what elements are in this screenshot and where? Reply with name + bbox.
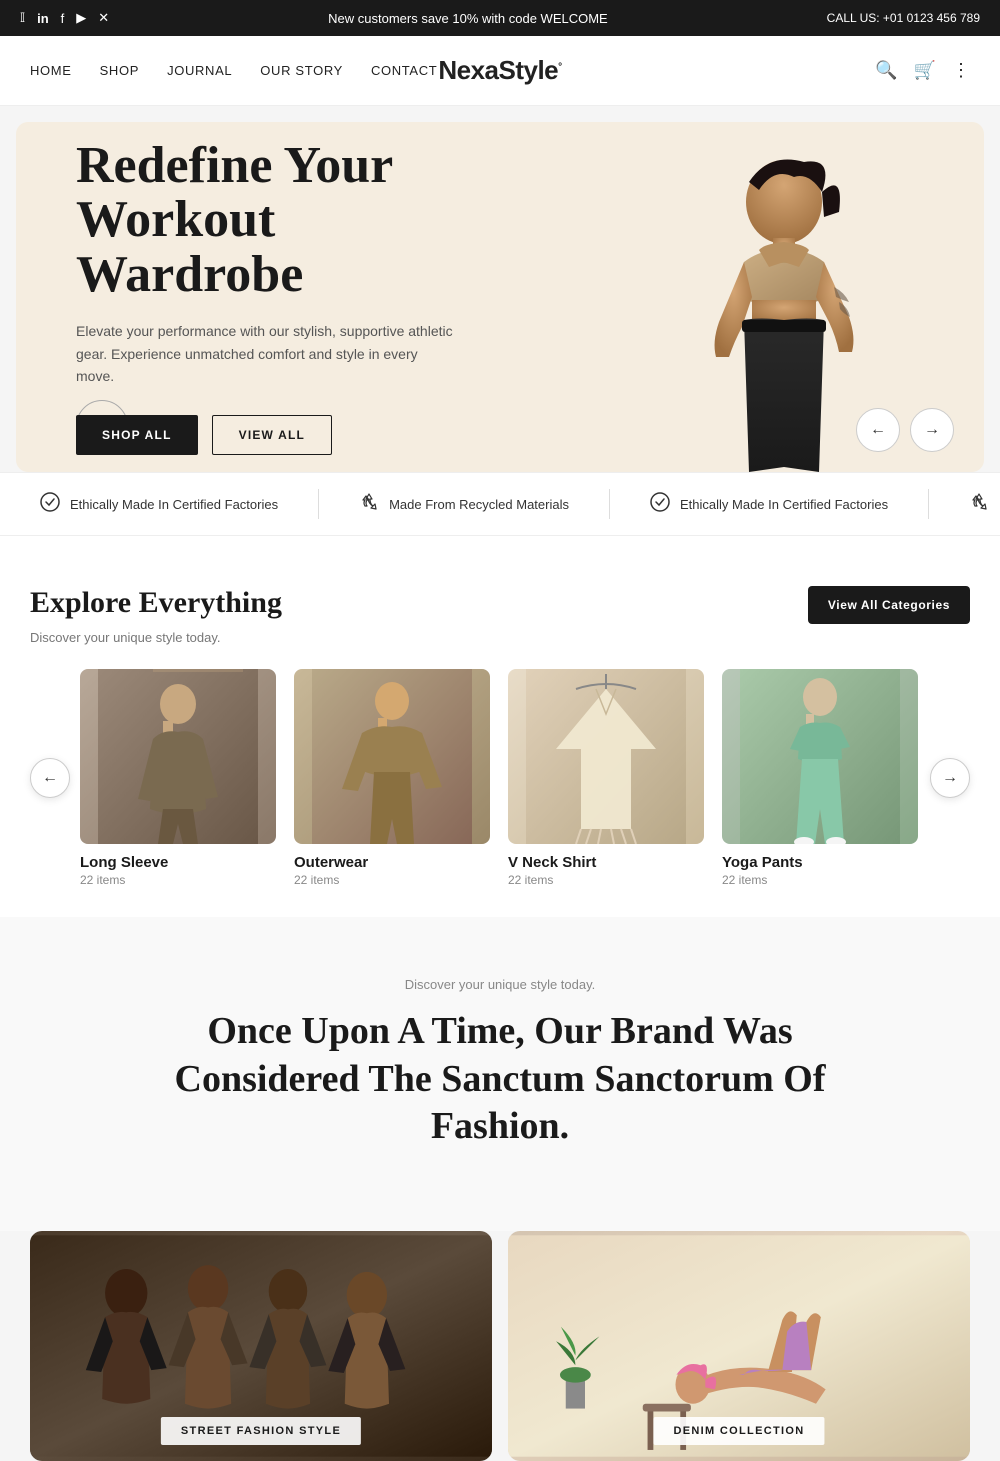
nav-journal[interactable]: JOURNAL xyxy=(167,63,232,78)
explore-header: Explore Everything View All Categories xyxy=(30,586,970,624)
explore-title: Explore Everything xyxy=(30,586,282,620)
hero-prev-button[interactable]: ← xyxy=(856,408,900,452)
category-name-3: Yoga Pants xyxy=(722,854,918,871)
hero-subtitle: Elevate your performance with our stylis… xyxy=(76,320,456,387)
trust-text-1: Made From Recycled Materials xyxy=(389,497,569,512)
brand-image-1[interactable]: DENIM COLLECTION xyxy=(508,1231,970,1461)
category-name-1: Outerwear xyxy=(294,854,490,871)
trust-bar: Ethically Made In Certified Factories Ma… xyxy=(0,472,1000,536)
call-text: CALL US: +01 0123 456 789 xyxy=(827,11,980,25)
check-icon-1 xyxy=(650,492,670,517)
categories-carousel: ← Long Sleeve xyxy=(30,669,970,887)
check-icon-0 xyxy=(40,492,60,517)
category-image-0 xyxy=(80,669,276,844)
category-image-3 xyxy=(722,669,918,844)
shop-all-button[interactable]: SHOP ALL xyxy=(76,415,198,455)
linkedin-icon[interactable]: in xyxy=(37,11,49,26)
category-name-0: Long Sleeve xyxy=(80,854,276,871)
hero-content: Redefine Your Workout Wardrobe Elevate y… xyxy=(16,122,536,472)
brand-image-label-1: DENIM COLLECTION xyxy=(653,1417,824,1445)
hero-next-button[interactable]: → xyxy=(910,408,954,452)
category-name-2: V Neck Shirt xyxy=(508,854,704,871)
category-card-1[interactable]: Outerwear 22 items xyxy=(294,669,490,887)
trust-item-1: Made From Recycled Materials xyxy=(319,492,609,517)
site-logo[interactable]: NexaStyle° xyxy=(438,55,561,86)
category-count-0: 22 items xyxy=(80,873,276,887)
view-all-button[interactable]: VIEW ALL xyxy=(212,415,332,455)
nav-actions: 🔍 🛒 ⋮ xyxy=(875,60,970,81)
brand-story-subtitle: Discover your unique style today. xyxy=(30,977,970,992)
carousel-next-button[interactable]: → xyxy=(930,758,970,798)
trust-text-2: Ethically Made In Certified Factories xyxy=(680,497,888,512)
hero-section: Redefine Your Workout Wardrobe Elevate y… xyxy=(16,122,984,472)
category-card-3[interactable]: Yoga Pants 22 items xyxy=(722,669,918,887)
instagram-icon[interactable]: 𝕀 xyxy=(20,10,25,26)
category-image-1 xyxy=(294,669,490,844)
trust-item-0: Ethically Made In Certified Factories xyxy=(0,492,318,517)
search-icon[interactable]: 🔍 xyxy=(875,60,897,81)
trust-item-2: Ethically Made In Certified Factories xyxy=(610,492,928,517)
hero-title: Redefine Your Workout Wardrobe xyxy=(76,139,476,303)
cart-icon[interactable]: 🛒 xyxy=(914,60,936,81)
category-card-0[interactable]: Long Sleeve 22 items xyxy=(80,669,276,887)
category-count-2: 22 items xyxy=(508,873,704,887)
x-icon[interactable]: ✕ xyxy=(98,10,109,26)
brand-image-0[interactable]: STREET FASHION STYLE xyxy=(30,1231,492,1461)
nav-home[interactable]: HOME xyxy=(30,63,72,78)
category-image-2 xyxy=(508,669,704,844)
brand-story-section: Discover your unique style today. Once U… xyxy=(0,917,1000,1231)
categories-list: Long Sleeve 22 items xyxy=(80,669,920,887)
facebook-icon[interactable]: f xyxy=(61,11,65,26)
explore-title-group: Explore Everything xyxy=(30,586,282,620)
grid-icon[interactable]: ⋮ xyxy=(952,60,970,81)
category-count-1: 22 items xyxy=(294,873,490,887)
nav-contact[interactable]: CONTACT xyxy=(371,63,437,78)
hero-nav-buttons: ← → xyxy=(856,408,954,452)
promo-text: New customers save 10% with code WELCOME xyxy=(109,11,826,26)
hero-buttons: SHOP ALL VIEW ALL xyxy=(76,415,476,455)
brand-images-section: STREET FASHION STYLE xyxy=(0,1231,1000,1461)
carousel-prev-button[interactable]: ← xyxy=(30,758,70,798)
view-all-categories-button[interactable]: View All Categories xyxy=(808,586,970,624)
trust-item-3: Made From Recycled Materials xyxy=(929,492,1000,517)
explore-subtitle: Discover your unique style today. xyxy=(30,630,970,645)
youtube-icon[interactable]: ▶ xyxy=(76,10,86,26)
explore-section: Explore Everything View All Categories D… xyxy=(0,536,1000,917)
social-links[interactable]: 𝕀 in f ▶ ✕ xyxy=(20,10,109,26)
nav-links: HOME SHOP JOURNAL OUR STORY CONTACT xyxy=(30,63,437,78)
recycle-icon-1 xyxy=(969,492,989,517)
main-nav: HOME SHOP JOURNAL OUR STORY CONTACT Nexa… xyxy=(0,36,1000,106)
nav-our-story[interactable]: OUR STORY xyxy=(260,63,343,78)
trust-text-0: Ethically Made In Certified Factories xyxy=(70,497,278,512)
category-count-3: 22 items xyxy=(722,873,918,887)
category-card-2[interactable]: V Neck Shirt 22 items xyxy=(508,669,704,887)
brand-image-label-0: STREET FASHION STYLE xyxy=(161,1417,361,1445)
recycle-icon-0 xyxy=(359,492,379,517)
nav-shop[interactable]: SHOP xyxy=(100,63,139,78)
top-bar: 𝕀 in f ▶ ✕ New customers save 10% with c… xyxy=(0,0,1000,36)
brand-story-title: Once Upon A Time, Our Brand Was Consider… xyxy=(160,1008,840,1151)
